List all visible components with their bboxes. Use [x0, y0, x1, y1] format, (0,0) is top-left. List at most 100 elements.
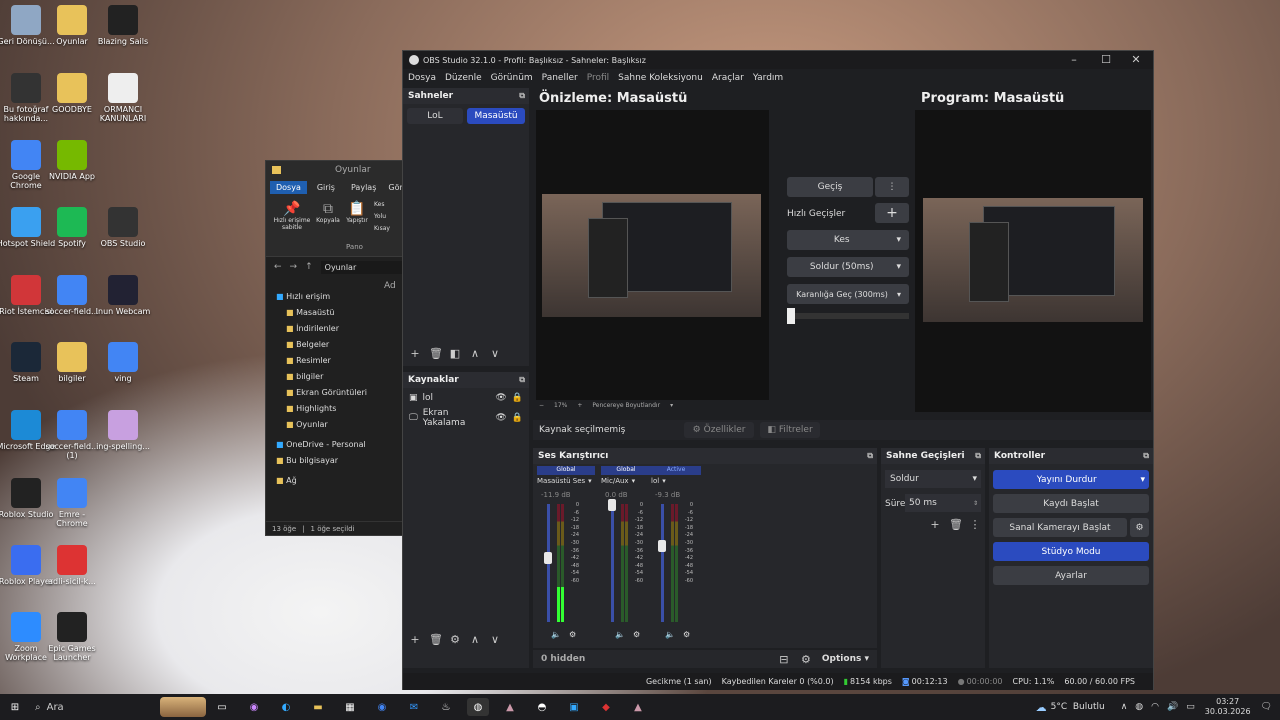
tray-app-icon[interactable]: ◍: [1135, 702, 1143, 712]
desktop-icon[interactable]: ORMANCI KANUNLARI: [93, 73, 153, 123]
volume-icon[interactable]: 🔊: [1167, 702, 1178, 712]
dock-popout-icon[interactable]: ⧉: [519, 91, 525, 101]
ribbon-tab-dosya[interactable]: Dosya: [270, 180, 307, 194]
menu-item[interactable]: Görünüm: [491, 73, 533, 83]
copy-path-button[interactable]: Yolu: [374, 211, 390, 223]
source-item-lol[interactable]: ▣ lol 👁 🔒: [403, 388, 529, 408]
menu-item[interactable]: Yardım: [753, 73, 783, 83]
source-settings-icon[interactable]: ⚙: [449, 633, 461, 646]
volume-slider-handle[interactable]: [658, 540, 666, 553]
tbar-handle[interactable]: [787, 308, 795, 324]
app-icon[interactable]: ◓: [531, 698, 553, 716]
menu-item[interactable]: Dosya: [408, 73, 436, 83]
pin-quick-access-button[interactable]: 📌 Hızlı erişime sabitle: [270, 201, 314, 231]
duration-input[interactable]: 50 ms ⇕: [905, 494, 981, 512]
file-explorer-window[interactable]: Oyunlar Dosya Giriş Paylaş Görü 📌 Hızlı e…: [265, 160, 408, 536]
transition-select[interactable]: Soldur ▾: [885, 470, 981, 488]
obs-titlebar[interactable]: OBS Studio 32.1.0 - Profil: Başlıksız - …: [403, 51, 1153, 69]
channel-settings-icon[interactable]: ⚙: [569, 630, 576, 639]
volume-slider-handle[interactable]: [608, 499, 616, 511]
mute-speaker-icon[interactable]: 🔈: [551, 630, 561, 639]
nav-item[interactable]: ■ İndirilenler: [276, 321, 372, 337]
menu-item[interactable]: Araçlar: [712, 73, 744, 83]
nav-item[interactable]: ■ Resimler: [276, 353, 372, 369]
scene-item-lol[interactable]: LoL: [407, 108, 463, 124]
ribbon-tab-paylas[interactable]: Paylaş: [345, 181, 382, 194]
nav-item[interactable]: ■ Oyunlar: [276, 417, 372, 433]
lock-icon[interactable]: 🔒: [512, 393, 523, 403]
copilot-icon[interactable]: ◉: [243, 698, 265, 716]
virtual-camera-settings-icon[interactable]: ⚙: [1130, 518, 1149, 537]
start-windows-icon[interactable]: ⊞: [4, 698, 26, 716]
column-header-name[interactable]: Ad: [384, 281, 396, 291]
volume-slider[interactable]: [661, 504, 664, 622]
studio-mode-button[interactable]: Stüdyo Modu: [993, 542, 1149, 561]
advanced-audio-icon[interactable]: ⚙: [800, 653, 812, 666]
move-up-icon[interactable]: ∧: [469, 633, 481, 646]
store-icon[interactable]: ▦: [339, 698, 361, 716]
desktop-icon[interactable]: Blazing Sails: [93, 5, 153, 46]
move-up-icon[interactable]: ∧: [469, 347, 481, 360]
close-icon[interactable]: ✕: [1121, 53, 1151, 66]
lol-icon[interactable]: ▲: [499, 698, 521, 716]
nav-item[interactable]: ■ Ekran Görüntüleri: [276, 385, 372, 401]
edge-icon[interactable]: ◐: [275, 698, 297, 716]
desktop-icon[interactable]: Emre - Chrome: [42, 478, 102, 528]
menu-item[interactable]: Düzenle: [445, 73, 482, 83]
preview-canvas[interactable]: [536, 110, 769, 400]
zoom-out-icon[interactable]: −: [539, 402, 544, 409]
transition-menu-icon[interactable]: ⋮: [875, 177, 909, 197]
mute-speaker-icon[interactable]: 🔈: [615, 630, 625, 639]
clock[interactable]: 03:27 30.03.2026: [1205, 697, 1251, 717]
desktop-icon[interactable]: ving: [93, 342, 153, 383]
scene-filter-icon[interactable]: ◧: [449, 347, 461, 360]
mail-icon[interactable]: ✉: [403, 698, 425, 716]
quick-transition-soldur[interactable]: Soldur (50ms) ▾: [787, 257, 909, 277]
forward-icon[interactable]: →: [290, 262, 298, 272]
virtual-camera-button[interactable]: Sanal Kamerayı Başlat: [993, 518, 1127, 537]
desktop-icon[interactable]: adli-sicil-k...: [42, 545, 102, 586]
ribbon-tab-giris[interactable]: Giriş: [311, 181, 341, 194]
task-view-icon[interactable]: ▭: [211, 698, 233, 716]
nav-item[interactable]: ■ Highlights: [276, 401, 372, 417]
chevron-down-icon[interactable]: ▾: [670, 402, 673, 409]
tray-chevron-icon[interactable]: ∧: [1121, 702, 1128, 712]
desktop-icon[interactable]: Epic Games Launcher: [42, 612, 102, 662]
hidden-count[interactable]: 0 hidden: [541, 654, 778, 664]
chrome-icon[interactable]: ◉: [371, 698, 393, 716]
channel-name-select[interactable]: Mic/Aux ▾: [601, 477, 635, 485]
steam-icon[interactable]: ♨: [435, 698, 457, 716]
weather-text[interactable]: 5°C Bulutlu: [1051, 702, 1105, 712]
zoom-in-icon[interactable]: +: [577, 402, 582, 409]
settings-button[interactable]: Ayarlar: [993, 566, 1149, 585]
desktop-icon[interactable]: Inun Webcam: [93, 275, 153, 316]
move-down-icon[interactable]: ∨: [489, 633, 501, 646]
wifi-icon[interactable]: ◠: [1151, 702, 1159, 712]
nav-item[interactable]: ■ Hızlı erişim: [276, 289, 372, 305]
nav-item[interactable]: ■ bilgiler: [276, 369, 372, 385]
channel-settings-icon[interactable]: ⚙: [683, 630, 690, 639]
dock-popout-icon[interactable]: ⧉: [519, 375, 525, 385]
valorant-icon[interactable]: ▲: [627, 698, 649, 716]
minimize-icon[interactable]: –: [1059, 53, 1089, 66]
menu-item[interactable]: Sahne Koleksiyonu: [618, 73, 703, 83]
back-icon[interactable]: ←: [274, 262, 282, 272]
nav-item[interactable]: ■ Belgeler: [276, 337, 372, 353]
notifications-icon[interactable]: 🗨: [1261, 702, 1272, 712]
desktop-icon[interactable]: ing-spelling...: [93, 410, 153, 451]
properties-button[interactable]: ⚙ Özellikler: [684, 422, 754, 438]
start-record-button[interactable]: Kaydı Başlat: [993, 494, 1149, 513]
zoom-mode-select[interactable]: Pencereye Boyutlandır: [592, 402, 660, 409]
up-icon[interactable]: ↑: [305, 262, 313, 272]
menu-item[interactable]: Profil: [587, 73, 609, 83]
layout-icon[interactable]: ⊟: [778, 653, 790, 666]
desktop-icon[interactable]: NVIDIA App: [42, 140, 102, 181]
nav-item[interactable]: ■ OneDrive - Personal: [276, 437, 372, 453]
move-down-icon[interactable]: ∨: [489, 347, 501, 360]
obs-window[interactable]: OBS Studio 32.1.0 - Profil: Başlıksız - …: [402, 50, 1154, 690]
add-quick-transition-icon[interactable]: +: [875, 203, 909, 223]
copy-button[interactable]: ⧉ Kopyala: [314, 201, 342, 224]
add-transition-icon[interactable]: +: [929, 518, 941, 531]
visibility-eye-icon[interactable]: 👁: [495, 413, 506, 423]
channel-settings-icon[interactable]: ⚙: [633, 630, 640, 639]
